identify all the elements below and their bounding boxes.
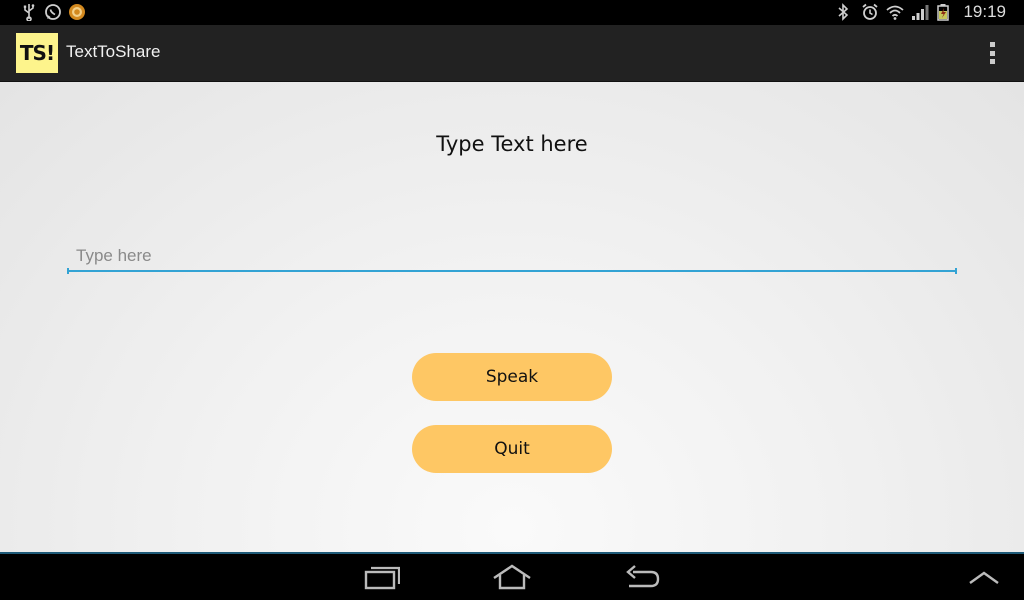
system-icons: 19:19 bbox=[836, 2, 1006, 22]
action-bar: TS! TextToShare bbox=[0, 25, 1024, 82]
app-logo[interactable]: TS! bbox=[16, 33, 58, 73]
app-title: TextToShare bbox=[66, 42, 161, 61]
text-input[interactable] bbox=[67, 242, 957, 272]
input-underline-edge bbox=[955, 268, 957, 274]
bluetooth-icon bbox=[836, 3, 854, 21]
speak-button[interactable]: Speak bbox=[412, 353, 612, 401]
main-content: Type Text here Speak Quit bbox=[0, 82, 1024, 552]
back-icon[interactable] bbox=[622, 562, 662, 592]
app-logo-text: TS! bbox=[19, 41, 55, 65]
notification-icons bbox=[20, 3, 86, 22]
input-underline-edge bbox=[67, 268, 69, 274]
wifi-icon bbox=[886, 3, 905, 21]
navigation-bar bbox=[0, 554, 1024, 600]
page-heading: Type Text here bbox=[436, 132, 588, 156]
alarm-icon bbox=[861, 3, 879, 21]
clock-time: 19:19 bbox=[963, 2, 1006, 21]
signal-icon bbox=[911, 3, 929, 21]
whatsapp-icon bbox=[44, 3, 62, 21]
quit-button[interactable]: Quit bbox=[412, 425, 612, 473]
battery-icon bbox=[936, 3, 954, 21]
overflow-menu-icon[interactable] bbox=[984, 42, 1000, 64]
chevron-up-icon[interactable] bbox=[964, 562, 1004, 592]
recent-apps-icon[interactable] bbox=[362, 562, 402, 592]
home-icon[interactable] bbox=[492, 562, 532, 592]
status-bar: 19:19 bbox=[0, 0, 1024, 25]
camera-app-icon bbox=[68, 3, 86, 21]
usb-icon bbox=[20, 3, 38, 22]
